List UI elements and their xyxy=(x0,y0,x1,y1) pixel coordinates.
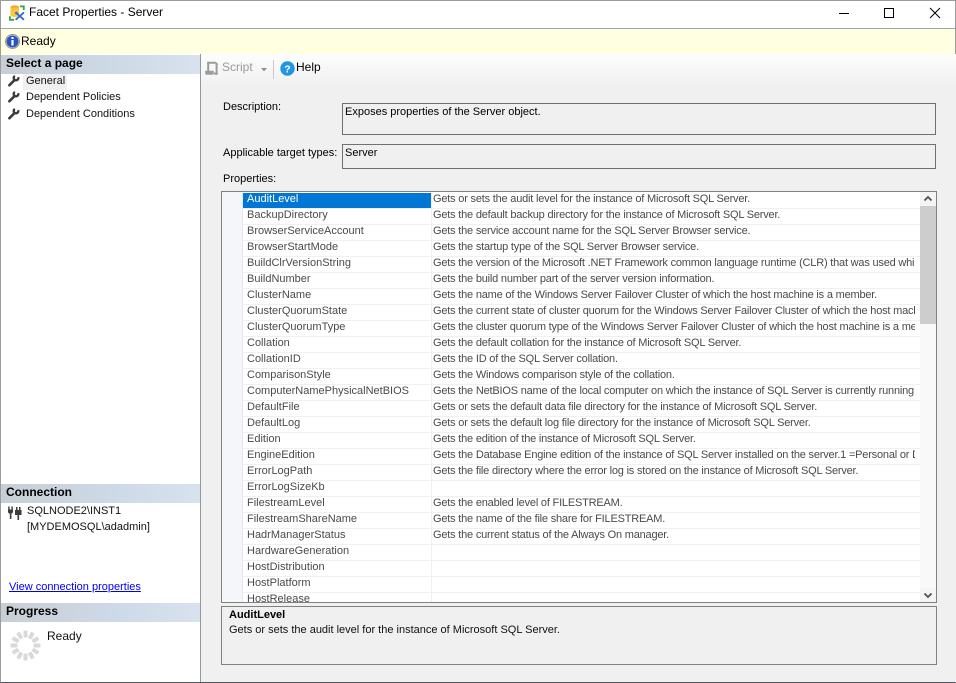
svg-text:?: ? xyxy=(284,63,290,75)
